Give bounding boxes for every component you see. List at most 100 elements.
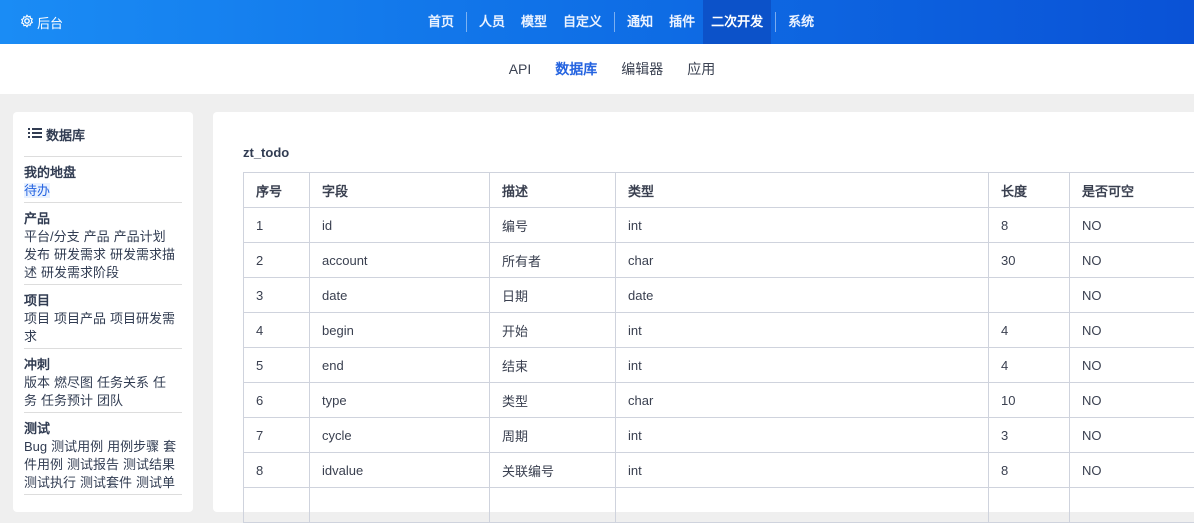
table-cell: 30 <box>989 243 1070 278</box>
sidebar-group-title: 产品 <box>24 210 182 228</box>
sidebar-title: 数据库 <box>24 112 182 157</box>
sidebar-link[interactable]: 任务预计 <box>41 393 93 408</box>
sidebar-link[interactable]: 测试执行 <box>24 475 76 490</box>
subnav-item[interactable]: API <box>509 61 532 77</box>
table-cell: NO <box>1070 348 1194 383</box>
table-cell: 4 <box>244 313 310 348</box>
column-header: 长度 <box>989 173 1070 208</box>
column-header: 类型 <box>616 173 989 208</box>
table-row: 6type类型char10NO <box>244 383 1194 418</box>
sidebar-link[interactable]: Bug <box>24 439 47 454</box>
table-cell: date <box>616 278 989 313</box>
gear-icon <box>20 14 34 31</box>
column-header: 序号 <box>244 173 310 208</box>
sidebar-link[interactable]: 研发需求阶段 <box>41 265 119 280</box>
nav-item[interactable]: 自定义 <box>555 0 610 44</box>
sidebar-link[interactable]: 待办 <box>24 183 50 198</box>
table-row: 8idvalue关联编号int8NO <box>244 453 1194 488</box>
sidebar-title-label: 数据库 <box>46 125 85 144</box>
subnav-item[interactable]: 应用 <box>687 59 715 79</box>
sidebar-link[interactable]: 研发需求 <box>54 247 106 262</box>
nav-divider <box>466 12 467 32</box>
nav-item[interactable]: 人员 <box>471 0 513 44</box>
column-header: 描述 <box>490 173 616 208</box>
sidebar: 数据库 我的地盘待办产品平台/分支产品产品计划发布研发需求研发需求描述研发需求阶… <box>13 112 193 512</box>
table-cell: char <box>616 243 989 278</box>
sidebar-group-title: 我的地盘 <box>24 164 182 182</box>
nav-divider <box>775 12 776 32</box>
table-cell: 编号 <box>490 208 616 243</box>
sidebar-link[interactable]: 产品 <box>84 229 110 244</box>
column-header: 是否可空 <box>1070 173 1194 208</box>
sidebar-group-links: 平台/分支产品产品计划发布研发需求研发需求描述研发需求阶段 <box>24 228 182 282</box>
table-row: 2account所有者char30NO <box>244 243 1194 278</box>
table-cell: int <box>616 418 989 453</box>
table-cell: NO <box>1070 383 1194 418</box>
table-cell: NO <box>1070 243 1194 278</box>
sidebar-link[interactable]: 任务关系 <box>97 375 149 390</box>
subnav-item[interactable]: 编辑器 <box>621 59 663 79</box>
nav-item[interactable]: 首页 <box>420 0 462 44</box>
top-navbar: 后台 首页人员模型自定义通知插件二次开发系统 <box>0 0 1194 44</box>
nav-item[interactable]: 二次开发 <box>703 0 771 44</box>
table-cell: 结束 <box>490 348 616 383</box>
nav-item[interactable]: 插件 <box>661 0 703 44</box>
sidebar-link[interactable]: 测试结果 <box>123 457 175 472</box>
table-cell: 6 <box>244 383 310 418</box>
sidebar-link[interactable]: 平台/分支 <box>24 229 80 244</box>
sidebar-link[interactable]: 版本 <box>24 375 50 390</box>
table-row: 5end结束int4NO <box>244 348 1194 383</box>
table-cell: type <box>310 383 490 418</box>
sidebar-group-links: 待办 <box>24 182 182 200</box>
table-cell: 8 <box>989 208 1070 243</box>
sidebar-group: 产品平台/分支产品产品计划发布研发需求研发需求描述研发需求阶段 <box>24 203 182 285</box>
table-row: 4begin开始int4NO <box>244 313 1194 348</box>
table-cell: 8 <box>244 453 310 488</box>
table-cell: 所有者 <box>490 243 616 278</box>
sidebar-link[interactable]: 测试单 <box>136 475 175 490</box>
table-cell: 关联编号 <box>490 453 616 488</box>
table-cell: id <box>310 208 490 243</box>
sidebar-link[interactable]: 用例步骤 <box>107 439 159 454</box>
sidebar-link[interactable]: 测试套件 <box>80 475 132 490</box>
sidebar-link[interactable]: 测试报告 <box>67 457 119 472</box>
sidebar-link[interactable]: 项目产品 <box>54 311 106 326</box>
table-cell: 3 <box>989 418 1070 453</box>
table-cell: 4 <box>989 348 1070 383</box>
nav-item[interactable]: 通知 <box>619 0 661 44</box>
sidebar-link[interactable]: 燃尽图 <box>54 375 93 390</box>
sidebar-group-links: 项目项目产品项目研发需求 <box>24 310 182 346</box>
table-cell: begin <box>310 313 490 348</box>
table-cell: NO <box>1070 278 1194 313</box>
sidebar-group-title: 测试 <box>24 420 182 438</box>
table-cell: account <box>310 243 490 278</box>
admin-brand[interactable]: 后台 <box>20 0 63 44</box>
nav-item[interactable]: 系统 <box>780 0 822 44</box>
main-panel: zt_todo 序号字段描述类型长度是否可空 1id编号int8NO2accou… <box>213 112 1194 512</box>
sidebar-link[interactable]: 团队 <box>97 393 123 408</box>
sidebar-group-links: 版本燃尽图任务关系任务任务预计团队 <box>24 374 182 410</box>
table-cell: 2 <box>244 243 310 278</box>
table-cell: int <box>616 313 989 348</box>
table-cell: 开始 <box>490 313 616 348</box>
table-cell: 7 <box>244 418 310 453</box>
column-header: 字段 <box>310 173 490 208</box>
table-cell: 10 <box>989 383 1070 418</box>
table-cell: 5 <box>244 348 310 383</box>
subnav-item[interactable]: 数据库 <box>555 59 597 79</box>
sidebar-group: 我的地盘待办 <box>24 157 182 203</box>
sidebar-link[interactable]: 测试用例 <box>51 439 103 454</box>
nav-item[interactable]: 模型 <box>513 0 555 44</box>
table-cell: 周期 <box>490 418 616 453</box>
table-cell: 4 <box>989 313 1070 348</box>
table-cell: char <box>616 383 989 418</box>
sidebar-group: 冲刺版本燃尽图任务关系任务任务预计团队 <box>24 349 182 413</box>
table-cell: int <box>616 208 989 243</box>
main-nav: 首页人员模型自定义通知插件二次开发系统 <box>420 0 822 44</box>
sidebar-group-links: Bug测试用例用例步骤套件用例测试报告测试结果测试执行测试套件测试单 <box>24 438 182 492</box>
sidebar-link[interactable]: 发布 <box>24 247 50 262</box>
sidebar-link[interactable]: 产品计划 <box>114 229 166 244</box>
table-cell: int <box>616 348 989 383</box>
sidebar-link[interactable]: 项目 <box>24 311 50 326</box>
table-cell: NO <box>1070 453 1194 488</box>
